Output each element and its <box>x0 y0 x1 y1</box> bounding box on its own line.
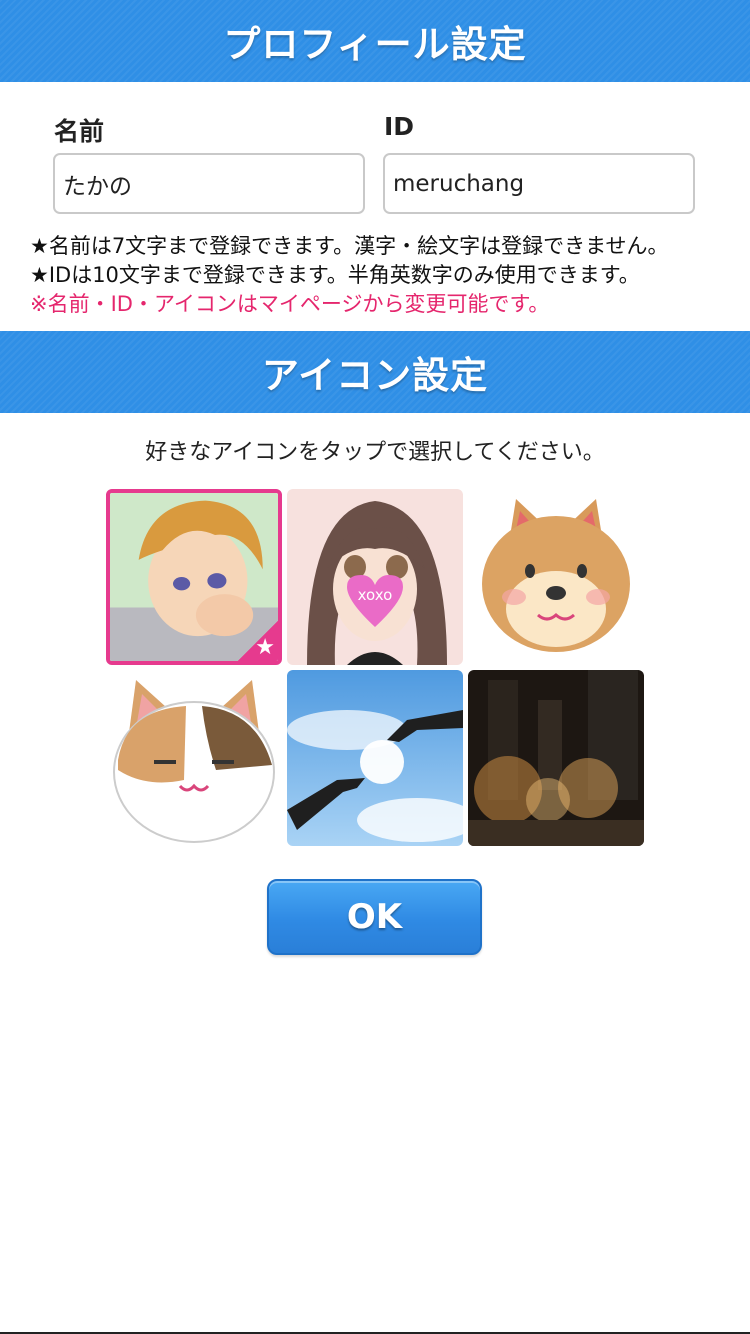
change-notice: ※名前・ID・アイコンはマイページから変更可能です。 <box>30 292 550 316</box>
icon-option-sky-hands[interactable] <box>287 670 463 846</box>
icon-option-night-city[interactable] <box>468 670 644 846</box>
id-rule-note: ★IDは10文字まで登録できます。半角英数字のみ使用できます。 <box>30 263 640 287</box>
profile-settings-title: プロフィール設定 <box>223 23 527 66</box>
name-input[interactable] <box>53 153 365 214</box>
anime-girl-image: xoxo <box>287 489 463 665</box>
name-label: 名前 <box>54 117 105 146</box>
icon-settings-title: アイコン設定 <box>261 354 489 397</box>
profile-settings-header: プロフィール設定 <box>0 0 750 82</box>
night-city-image <box>468 670 644 846</box>
shiba-dog-image <box>468 489 644 665</box>
profile-notes: ★名前は7文字まで登録できます。漢字・絵文字は登録できません。 ★IDは10文字… <box>30 232 750 319</box>
sky-hands-image <box>287 670 463 846</box>
ok-button-label: OK <box>346 897 403 937</box>
icon-option-girl[interactable]: xoxo <box>287 489 463 665</box>
star-icon: ★ <box>255 635 275 660</box>
icon-option-shiba[interactable] <box>468 489 644 665</box>
selected-star-badge: ★ <box>238 621 278 661</box>
calico-cat-image <box>106 670 282 846</box>
name-rule-note: ★名前は7文字まで登録できます。漢字・絵文字は登録できません。 <box>30 234 669 258</box>
xoxo-heart-label: xoxo <box>358 586 393 604</box>
icon-settings-header: アイコン設定 <box>0 331 750 413</box>
id-label: ID <box>384 112 415 141</box>
ok-button[interactable]: OK <box>267 879 482 955</box>
icon-instruction: 好きなアイコンをタップで選択してください。 <box>145 440 605 465</box>
id-input[interactable] <box>383 153 695 214</box>
icon-option-cat[interactable] <box>106 670 282 846</box>
icon-option-boy[interactable]: ★ <box>106 489 282 665</box>
